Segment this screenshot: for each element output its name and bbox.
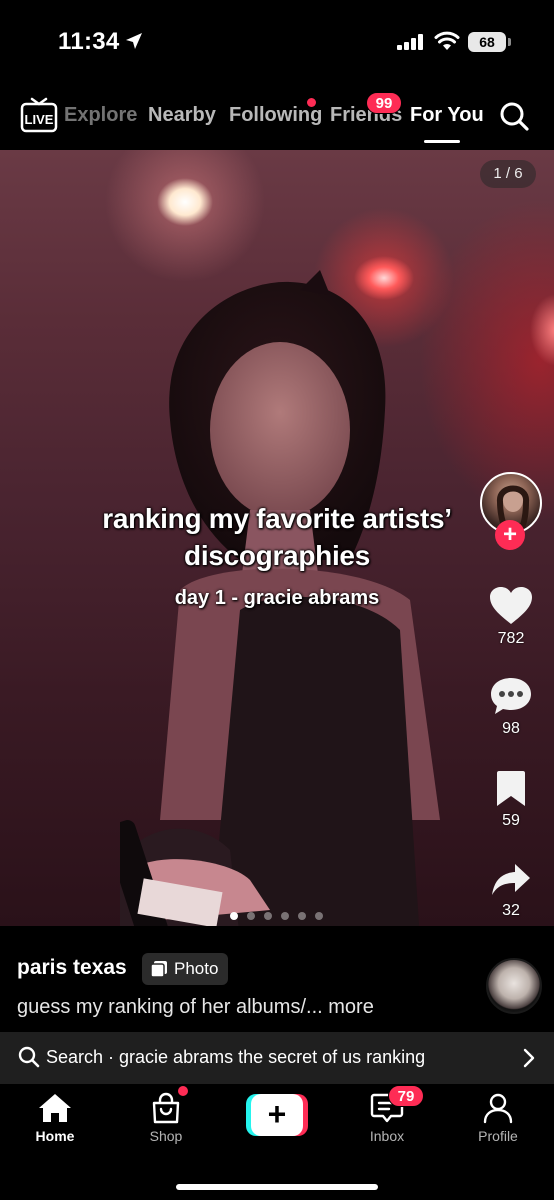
create-button[interactable]: +	[246, 1094, 308, 1136]
home-icon	[39, 1094, 71, 1122]
post-photo[interactable]: 1 / 6 ranking my favorite artists’ disco…	[0, 150, 554, 926]
battery-icon: 68	[468, 32, 506, 52]
friends-badge: 99	[366, 92, 402, 114]
save-count: 59	[502, 812, 520, 829]
signal-icon	[397, 34, 423, 50]
username[interactable]: paris texas	[17, 956, 127, 980]
carousel-dot[interactable]	[230, 912, 238, 920]
following-notification-dot	[307, 98, 316, 107]
active-tab-underline	[424, 140, 460, 143]
tab-following[interactable]: Following	[229, 104, 322, 127]
share-arrow-icon	[492, 864, 530, 895]
heart-icon	[490, 587, 532, 624]
sound-disc-avatar[interactable]	[486, 958, 542, 1014]
tab-explore[interactable]: Explore	[64, 104, 137, 127]
bookmark-icon	[497, 771, 525, 806]
carousel-dot[interactable]	[281, 912, 289, 920]
inbox-badge: 79	[388, 1085, 424, 1107]
profile-icon	[483, 1093, 513, 1124]
carousel-dot[interactable]	[247, 912, 255, 920]
bottom-nav: Home Shop + Inbox 79 Profile	[0, 1084, 554, 1200]
nav-shop-label: Shop	[149, 1128, 183, 1144]
post-description[interactable]: guess my ranking of her albums/... more	[17, 996, 374, 1019]
overlay-title-line-1: ranking my favorite artists’	[102, 503, 452, 534]
page-indicator: 1 / 6	[480, 160, 536, 188]
nav-home[interactable]: Home	[10, 1092, 100, 1144]
like-button[interactable]: 782	[484, 586, 538, 648]
photo-badge-label: Photo	[174, 959, 219, 978]
nav-inbox-label: Inbox	[369, 1128, 405, 1144]
comment-icon	[491, 678, 531, 714]
related-search-bar[interactable]: Search · gracie abrams the secret of us …	[0, 1032, 554, 1084]
live-icon[interactable]: LIVE	[20, 96, 58, 134]
photo-stack-icon	[150, 961, 167, 978]
carousel-dot[interactable]	[298, 912, 306, 920]
search-icon	[18, 1046, 40, 1068]
overlay-subtitle: day 1 - gracie abrams	[174, 587, 380, 609]
search-icon[interactable]	[498, 100, 530, 132]
comment-button[interactable]: 98	[484, 676, 538, 738]
status-bar: 11:34 68	[0, 0, 554, 84]
shop-notification-dot	[178, 1086, 188, 1096]
battery-nub	[508, 38, 511, 46]
location-arrow-icon	[126, 33, 142, 49]
overlay-title: ranking my favorite artists’ discographi…	[0, 500, 554, 574]
tab-nearby[interactable]: Nearby	[148, 104, 216, 127]
like-count: 782	[497, 630, 525, 647]
chevron-right-icon	[523, 1048, 535, 1068]
carousel-dot[interactable]	[264, 912, 272, 920]
comment-count: 98	[502, 720, 520, 737]
home-indicator[interactable]	[176, 1184, 378, 1190]
wifi-icon	[434, 31, 460, 50]
live-label: LIVE	[25, 112, 54, 127]
save-button[interactable]: 59	[484, 770, 538, 830]
share-count: 32	[502, 902, 520, 919]
nav-shop[interactable]: Shop	[121, 1092, 211, 1144]
carousel-dot[interactable]	[315, 912, 323, 920]
photo-badge: Photo	[142, 953, 229, 985]
status-time: 11:34	[58, 28, 120, 55]
follow-button[interactable]: +	[495, 520, 525, 550]
overlay-title-line-2: discographies	[184, 540, 370, 571]
top-nav: LIVE Explore Nearby Following Friends 99…	[0, 84, 554, 150]
nav-profile[interactable]: Profile	[453, 1092, 543, 1144]
related-search-text: Search · gracie abrams the secret of us …	[46, 1047, 426, 1067]
nav-profile-label: Profile	[478, 1128, 518, 1144]
post-info: paris texas Photo guess my ranking of he…	[0, 926, 554, 1032]
shopping-bag-icon	[152, 1092, 180, 1124]
tab-for-you[interactable]: For You	[410, 104, 484, 127]
nav-home-label: Home	[35, 1128, 75, 1144]
plus-icon: +	[251, 1094, 303, 1136]
share-button[interactable]: 32	[484, 862, 538, 920]
